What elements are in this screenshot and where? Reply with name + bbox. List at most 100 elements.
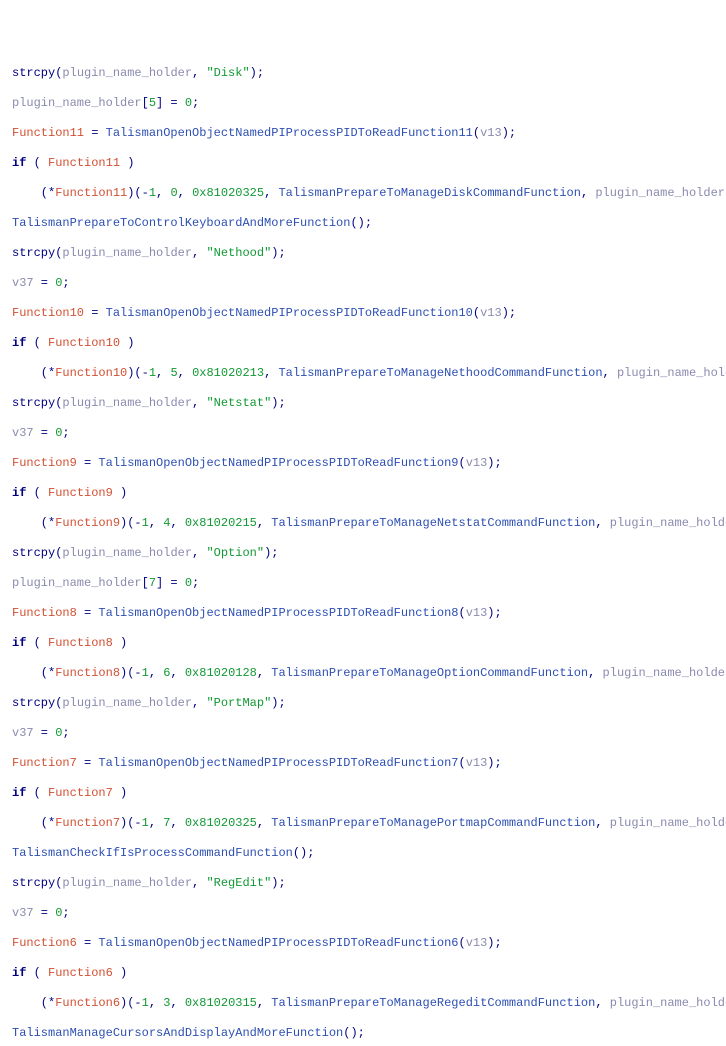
string-literal: "Netstat" (206, 396, 271, 410)
func-talisman-check-process: TalismanCheckIfIsProcessCommandFunction (12, 846, 293, 860)
number-literal: 0x81020325 (185, 816, 257, 830)
var-v13: v13 (480, 126, 502, 140)
var-function9: Function9 (55, 516, 120, 530)
code-line: TalismanCheckIfIsProcessCommandFunction(… (12, 846, 726, 861)
var-function11: Function11 (48, 156, 120, 170)
code-line: (*Function8)(-1, 6, 0x81020128, Talisman… (12, 666, 726, 681)
keyword-if: if (12, 486, 26, 500)
number-literal: 0x81020128 (185, 666, 257, 680)
func-talisman-prepare: TalismanPrepareToManageRegeditCommandFun… (271, 996, 595, 1010)
code-line: Function11 = TalismanOpenObjectNamedPIPr… (12, 126, 726, 141)
keyword-if: if (12, 786, 26, 800)
keyword-if: if (12, 966, 26, 980)
var-function10: Function10 (55, 366, 127, 380)
var-v37: v37 (12, 276, 34, 290)
var-function8: Function8 (12, 606, 77, 620)
var-plugin-name-holder: plugin_name_holder (62, 66, 192, 80)
code-line: TalismanPrepareToControlKeyboardAndMoreF… (12, 216, 726, 231)
var-function9: Function9 (12, 456, 77, 470)
keyword-if: if (12, 636, 26, 650)
func-talisman-prepare: TalismanPrepareToManageOptionCommandFunc… (271, 666, 588, 680)
number-literal: 1 (142, 996, 149, 1010)
number-literal: 0x81020325 (192, 186, 264, 200)
var-plugin-name-holder: plugin_name_holder (12, 576, 142, 590)
code-line: if ( Function10 ) (12, 336, 726, 351)
var-plugin-name-holder: plugin_name_holder (610, 816, 726, 830)
func-strcpy: strcpy( (12, 66, 62, 80)
number-literal: 7 (163, 816, 170, 830)
number-literal: 0x81020215 (185, 516, 257, 530)
number-literal: 0x81020315 (185, 996, 257, 1010)
var-plugin-name-holder: plugin_name_holder (62, 696, 192, 710)
var-plugin-name-holder: plugin_name_holder (12, 96, 142, 110)
code-line: (*Function7)(-1, 7, 0x81020325, Talisman… (12, 816, 726, 831)
var-function10: Function10 (12, 306, 84, 320)
code-line: strcpy(plugin_name_holder, "Netstat"); (12, 396, 726, 411)
code-line: Function7 = TalismanOpenObjectNamedPIPro… (12, 756, 726, 771)
number-literal: 1 (149, 366, 156, 380)
code-line: plugin_name_holder[7] = 0; (12, 576, 726, 591)
number-literal: 5 (149, 96, 156, 110)
var-function9: Function9 (48, 486, 113, 500)
func-strcpy: strcpy( (12, 876, 62, 890)
var-function7: Function7 (12, 756, 77, 770)
code-line: strcpy(plugin_name_holder, "RegEdit"); (12, 876, 726, 891)
var-plugin-name-holder: plugin_name_holder (62, 396, 192, 410)
code-line: plugin_name_holder[5] = 0; (12, 96, 726, 111)
code-line: TalismanManageCursorsAndDisplayAndMoreFu… (12, 1026, 726, 1041)
string-literal: "Option" (206, 546, 264, 560)
func-talisman-open-object: TalismanOpenObjectNamedPIProcessPIDToRea… (98, 456, 458, 470)
var-plugin-name-holder: plugin_name_holder (610, 516, 726, 530)
code-line: if ( Function9 ) (12, 486, 726, 501)
code-line: (*Function10)(-1, 5, 0x81020213, Talisma… (12, 366, 726, 381)
number-literal: 1 (142, 816, 149, 830)
var-plugin-name-holder: plugin_name_holder (603, 666, 726, 680)
func-talisman-open-object: TalismanOpenObjectNamedPIProcessPIDToRea… (106, 126, 473, 140)
number-literal: 0 (185, 96, 192, 110)
var-function11: Function11 (12, 126, 84, 140)
var-v13: v13 (466, 936, 488, 950)
func-strcpy: strcpy( (12, 246, 62, 260)
var-plugin-name-holder: plugin_name_holder (610, 996, 726, 1010)
string-literal: "PortMap" (206, 696, 271, 710)
string-literal: "Disk" (206, 66, 249, 80)
var-function6: Function6 (48, 966, 113, 980)
var-function10: Function10 (48, 336, 120, 350)
code-line: (*Function9)(-1, 4, 0x81020215, Talisman… (12, 516, 726, 531)
keyword-if: if (12, 336, 26, 350)
number-literal: 1 (149, 186, 156, 200)
string-literal: "RegEdit" (206, 876, 271, 890)
code-line: Function6 = TalismanOpenObjectNamedPIPro… (12, 936, 726, 951)
var-plugin-name-holder: plugin_name_holder (62, 876, 192, 890)
number-literal: 5 (170, 366, 177, 380)
func-talisman-open-object: TalismanOpenObjectNamedPIProcessPIDToRea… (98, 606, 458, 620)
code-line: (*Function6)(-1, 3, 0x81020315, Talisman… (12, 996, 726, 1011)
code-line: (*Function11)(-1, 0, 0x81020325, Talisma… (12, 186, 726, 201)
var-v13: v13 (466, 456, 488, 470)
number-literal: 0 (170, 186, 177, 200)
func-talisman-prepare: TalismanPrepareToManageDiskCommandFuncti… (278, 186, 580, 200)
var-function6: Function6 (55, 996, 120, 1010)
func-talisman-manage-cursors: TalismanManageCursorsAndDisplayAndMoreFu… (12, 1026, 343, 1040)
func-talisman-open-object: TalismanOpenObjectNamedPIProcessPIDToRea… (98, 756, 458, 770)
code-line: strcpy(plugin_name_holder, "Disk"); (12, 66, 726, 81)
var-v37: v37 (12, 426, 34, 440)
var-function7: Function7 (55, 816, 120, 830)
number-literal: 3 (163, 996, 170, 1010)
code-line: if ( Function8 ) (12, 636, 726, 651)
number-literal: 0 (185, 576, 192, 590)
code-line: if ( Function7 ) (12, 786, 726, 801)
var-function11: Function11 (55, 186, 127, 200)
var-v13: v13 (466, 606, 488, 620)
code-line: v37 = 0; (12, 276, 726, 291)
string-literal: "Nethood" (206, 246, 271, 260)
code-line: strcpy(plugin_name_holder, "PortMap"); (12, 696, 726, 711)
func-talisman-prepare: TalismanPrepareToManageNetstatCommandFun… (271, 516, 595, 530)
func-strcpy: strcpy( (12, 396, 62, 410)
func-strcpy: strcpy( (12, 546, 62, 560)
number-literal: 0 (55, 726, 62, 740)
var-v37: v37 (12, 906, 34, 920)
number-literal: 0 (55, 906, 62, 920)
var-function7: Function7 (48, 786, 113, 800)
var-plugin-name-holder: plugin_name_holder (62, 546, 192, 560)
